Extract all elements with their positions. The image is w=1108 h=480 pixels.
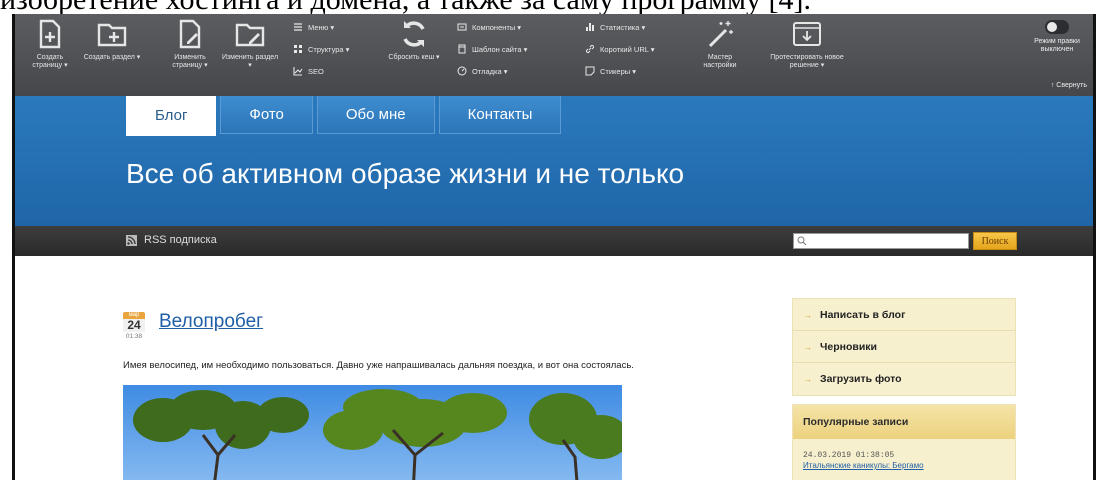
upload-photo-label: Загрузить фото [820, 373, 902, 385]
site-template-label: Шаблон сайта ▾ [472, 44, 528, 54]
admin-panel: Создать страницу ▾ Создать раздел ▾ Изме… [15, 14, 1093, 96]
edit-section-icon [235, 23, 265, 47]
edit-mode-toggle[interactable]: Режим правки выключен [1027, 20, 1087, 54]
create-section-icon [97, 23, 127, 47]
magic-wand-icon [708, 21, 733, 48]
setup-wizard-label: Мастер настройки [703, 54, 737, 69]
post-excerpt: Имея велосипед, им необходимо пользовать… [123, 360, 634, 371]
list-icon [294, 23, 302, 31]
statistics-dropdown[interactable]: Статистика ▾ [585, 22, 645, 32]
structure-icon [294, 45, 302, 53]
main-content: мар 24 01:38 Велопробег Имея велосипед, … [15, 256, 1093, 480]
popular-posts-title: Популярные записи [793, 405, 1015, 439]
write-post-label: Написать в блог [820, 308, 906, 321]
edit-page-button[interactable]: Изменить страницу ▾ [161, 18, 219, 70]
site-header: Блог Фото Обо мне Контакты Все об активн… [15, 96, 1093, 226]
statistics-label: Статистика ▾ [600, 22, 646, 32]
site-nav: Блог Фото Обо мне Контакты [126, 96, 562, 136]
sticker-icon [585, 66, 595, 76]
post-image[interactable] [123, 385, 622, 480]
bar-chart-icon [586, 23, 594, 31]
edit-page-icon [179, 19, 201, 49]
seo-button[interactable]: SEO [293, 66, 324, 76]
tab-blog[interactable]: Блог [126, 96, 217, 136]
stickers-dropdown[interactable]: Стикеры ▾ [585, 66, 636, 76]
seo-label: SEO [308, 66, 324, 76]
clear-cache-button[interactable]: Сбросить кеш ▾ [385, 18, 443, 62]
post-day: 24 [123, 319, 145, 332]
arrow-icon: → [803, 341, 812, 352]
short-url-dropdown[interactable]: Короткий URL ▾ [585, 44, 654, 54]
create-page-button[interactable]: Создать страницу ▾ [21, 18, 79, 70]
search-icon [797, 236, 807, 246]
tab-photo[interactable]: Фото [220, 96, 313, 134]
upload-photo-link[interactable]: → Загрузить фото [793, 363, 1015, 395]
components-icon [457, 23, 467, 31]
tab-contacts[interactable]: Контакты [438, 96, 562, 134]
search-input[interactable] [793, 233, 969, 249]
create-section-button[interactable]: Создать раздел ▾ [83, 18, 141, 62]
edit-mode-label: Режим правки выключен [1034, 38, 1080, 53]
rss-icon [126, 234, 137, 246]
create-page-icon [39, 19, 61, 49]
test-solution-button[interactable]: Протестировать новое решение ▾ [765, 18, 849, 70]
collapse-button[interactable]: ↑ Свернуть [1051, 82, 1087, 89]
site-title: Все об активном образе жизни и не только [126, 158, 685, 189]
popular-posts: Популярные записи 24.03.2019 01:38:05 Ит… [792, 404, 1016, 480]
debug-label: Отладка ▾ [472, 66, 508, 76]
post-time: 01:38 [125, 333, 143, 340]
rss-subscribe-link[interactable]: RSS подписка [126, 234, 217, 246]
popular-post-link[interactable]: Итальянские каникулы: Бергамо [803, 461, 1015, 470]
stickers-label: Стикеры ▾ [600, 66, 636, 76]
rss-search-bar: RSS подписка Поиск [15, 226, 1093, 256]
components-label: Компоненты ▾ [472, 22, 522, 32]
debug-dropdown[interactable]: Отладка ▾ [457, 66, 508, 76]
chart-icon [293, 67, 303, 76]
structure-label: Структура ▾ [308, 44, 350, 54]
menu-label: Меню ▾ [308, 22, 335, 32]
post-title-link[interactable]: Велопробег [159, 311, 263, 333]
test-solution-label: Протестировать новое решение ▾ [770, 54, 844, 69]
short-url-label: Короткий URL ▾ [600, 44, 655, 54]
edit-page-label: Изменить страницу ▾ [172, 54, 208, 69]
browser-viewport: Создать страницу ▾ Создать раздел ▾ Изме… [12, 14, 1096, 480]
create-page-label: Создать страницу ▾ [32, 54, 68, 69]
clear-cache-label: Сбросить кеш ▾ [388, 54, 440, 61]
create-section-label: Создать раздел ▾ [83, 54, 141, 61]
post-date-badge: мар 24 01:38 [123, 312, 145, 340]
trees-photo [123, 385, 622, 480]
write-post-link[interactable]: → Написать в блог [793, 299, 1015, 331]
drafts-link[interactable]: → Черновики [793, 331, 1015, 363]
structure-dropdown[interactable]: Структура ▾ [293, 44, 349, 54]
rss-label: RSS подписка [144, 234, 217, 246]
template-icon [458, 44, 466, 54]
refresh-icon [403, 21, 425, 47]
menu-dropdown[interactable]: Меню ▾ [293, 22, 334, 32]
setup-wizard-button[interactable]: Мастер настройки [691, 18, 749, 70]
download-icon [793, 22, 821, 46]
arrow-icon: → [803, 309, 812, 320]
link-icon [585, 44, 595, 54]
gauge-icon [457, 66, 467, 76]
arrow-icon: → [803, 374, 812, 384]
blog-actions-menu: → Написать в блог → Черновики → Загрузить ф… [792, 298, 1016, 396]
toggle-switch-icon [1045, 20, 1069, 34]
edit-section-button[interactable]: Изменить раздел ▾ [221, 18, 279, 70]
components-dropdown[interactable]: Компоненты ▾ [457, 22, 521, 32]
popular-post-date: 24.03.2019 01:38:05 [803, 451, 895, 460]
search-button[interactable]: Поиск [973, 232, 1017, 250]
tab-about[interactable]: Обо мне [316, 96, 435, 134]
site-template-dropdown[interactable]: Шаблон сайта ▾ [457, 44, 527, 54]
drafts-label: Черновики [820, 340, 878, 353]
edit-section-label: Изменить раздел ▾ [221, 54, 279, 69]
